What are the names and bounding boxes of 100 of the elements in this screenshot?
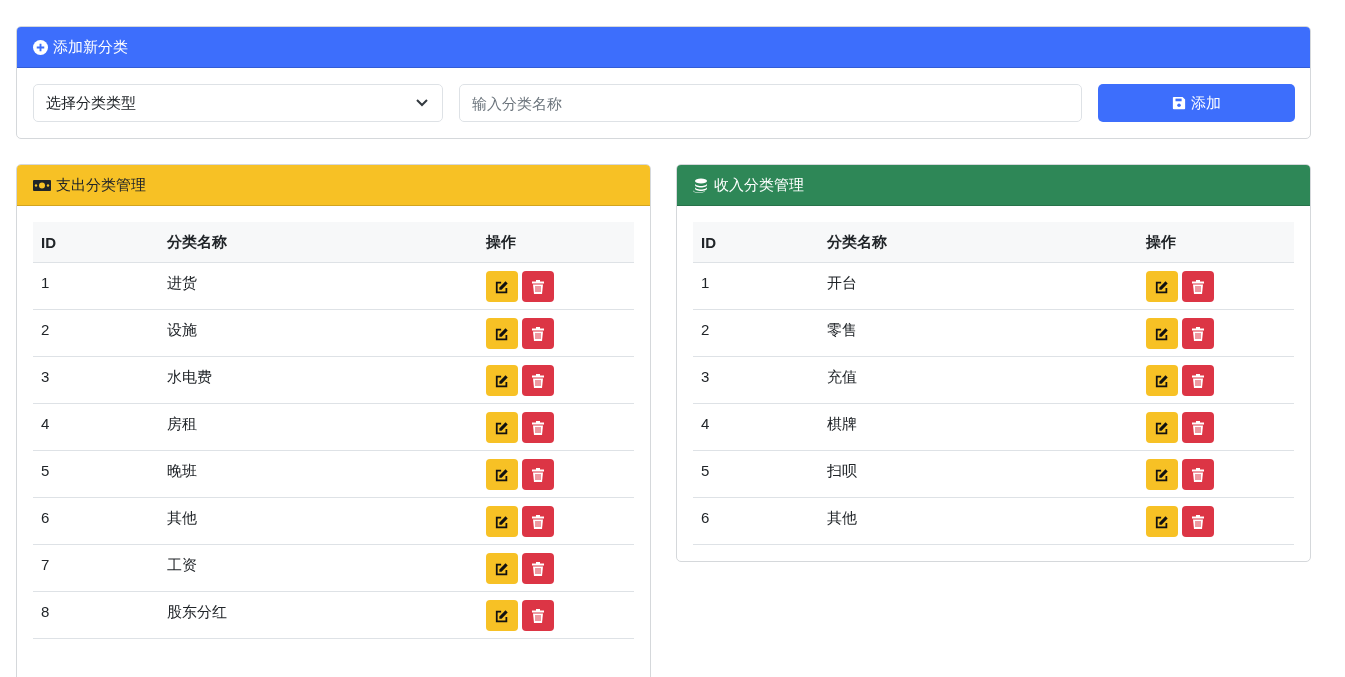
trash-icon <box>531 420 544 435</box>
edit-icon <box>494 561 509 576</box>
edit-button[interactable] <box>485 459 518 490</box>
delete-button[interactable] <box>521 318 554 349</box>
edit-button[interactable] <box>485 365 518 396</box>
column-header: 分类名称 <box>167 232 228 252</box>
category-name-cell: 进货 <box>167 274 198 293</box>
id-cell: 6 <box>701 509 710 526</box>
id-cell: 7 <box>41 556 50 573</box>
card-title: 添加新分类 <box>53 37 128 57</box>
edit-button[interactable] <box>485 318 518 349</box>
edit-icon <box>494 608 509 623</box>
id-cell: 3 <box>41 368 50 385</box>
id-cell: 6 <box>41 509 50 526</box>
category-name-cell: 股东分红 <box>167 603 228 622</box>
edit-icon <box>1154 467 1169 482</box>
trash-icon <box>531 514 544 529</box>
edit-icon <box>1154 326 1169 341</box>
edit-button[interactable] <box>1145 365 1178 396</box>
chevron-down-icon <box>416 99 428 107</box>
edit-button[interactable] <box>1145 271 1178 302</box>
category-name-cell: 开台 <box>827 274 858 293</box>
edit-button[interactable] <box>1145 506 1178 537</box>
trash-icon <box>531 561 544 576</box>
id-cell: 2 <box>701 321 710 338</box>
delete-button[interactable] <box>521 365 554 396</box>
trash-icon <box>1191 467 1204 482</box>
category-name-cell: 扫呗 <box>827 462 858 481</box>
edit-button[interactable] <box>1145 318 1178 349</box>
edit-button[interactable] <box>485 412 518 443</box>
category-name-cell: 晚班 <box>167 462 198 481</box>
id-cell: 1 <box>701 274 710 291</box>
id-cell: 3 <box>701 368 710 385</box>
column-header: 操作 <box>1145 232 1176 252</box>
edit-icon <box>494 514 509 529</box>
id-cell: 8 <box>41 603 50 620</box>
category-name-cell: 其他 <box>167 509 198 528</box>
delete-button[interactable] <box>521 271 554 302</box>
trash-icon <box>531 326 544 341</box>
edit-button[interactable] <box>485 506 518 537</box>
card-title: 支出分类管理 <box>56 175 146 195</box>
delete-button[interactable] <box>1181 459 1214 490</box>
delete-button[interactable] <box>521 553 554 584</box>
edit-button[interactable] <box>1145 459 1178 490</box>
category-type-select[interactable]: 选择分类类型 <box>33 84 443 122</box>
edit-button[interactable] <box>485 600 518 631</box>
delete-button[interactable] <box>521 506 554 537</box>
edit-button[interactable] <box>1145 412 1178 443</box>
category-name-cell: 其他 <box>827 509 858 528</box>
edit-icon <box>494 420 509 435</box>
column-header: 操作 <box>485 232 516 252</box>
plus-circle-icon <box>33 39 48 55</box>
delete-button[interactable] <box>521 412 554 443</box>
delete-button[interactable] <box>521 459 554 490</box>
delete-button[interactable] <box>1181 412 1214 443</box>
edit-icon <box>1154 420 1169 435</box>
edit-icon <box>1154 279 1169 294</box>
column-header: 分类名称 <box>827 232 888 252</box>
id-cell: 1 <box>41 274 50 291</box>
banknote-icon <box>33 178 51 192</box>
column-header: ID <box>41 233 56 251</box>
card-title: 收入分类管理 <box>714 175 804 195</box>
delete-button[interactable] <box>1181 506 1214 537</box>
category-name-cell: 工资 <box>167 556 198 575</box>
id-cell: 5 <box>701 462 710 479</box>
category-name-input[interactable]: 输入分类名称 <box>459 84 1082 122</box>
delete-button[interactable] <box>521 600 554 631</box>
category-name-cell: 充值 <box>827 368 858 387</box>
delete-button[interactable] <box>1181 365 1214 396</box>
edit-icon <box>494 373 509 388</box>
edit-icon <box>1154 373 1169 388</box>
id-cell: 4 <box>701 415 710 432</box>
trash-icon <box>1191 514 1204 529</box>
delete-button[interactable] <box>1181 318 1214 349</box>
trash-icon <box>531 279 544 294</box>
id-cell: 4 <box>41 415 50 432</box>
trash-icon <box>1191 373 1204 388</box>
trash-icon <box>1191 326 1204 341</box>
edit-icon <box>1154 514 1169 529</box>
category-name-cell: 房租 <box>167 415 198 434</box>
edit-icon <box>494 279 509 294</box>
trash-icon <box>1191 279 1204 294</box>
coin-stack-icon <box>693 177 709 193</box>
edit-icon <box>494 467 509 482</box>
trash-icon <box>531 608 544 623</box>
category-name-cell: 零售 <box>827 321 858 340</box>
id-cell: 5 <box>41 462 50 479</box>
column-header: ID <box>701 233 716 251</box>
edit-button[interactable] <box>485 271 518 302</box>
category-name-cell: 水电费 <box>167 368 213 387</box>
delete-button[interactable] <box>1181 271 1214 302</box>
add-button[interactable]: 添加 <box>1098 84 1295 122</box>
category-name-cell: 棋牌 <box>827 415 858 434</box>
category-name-cell: 设施 <box>167 321 198 340</box>
trash-icon <box>1191 420 1204 435</box>
id-cell: 2 <box>41 321 50 338</box>
edit-icon <box>494 326 509 341</box>
edit-button[interactable] <box>485 553 518 584</box>
trash-icon <box>531 467 544 482</box>
trash-icon <box>531 373 544 388</box>
